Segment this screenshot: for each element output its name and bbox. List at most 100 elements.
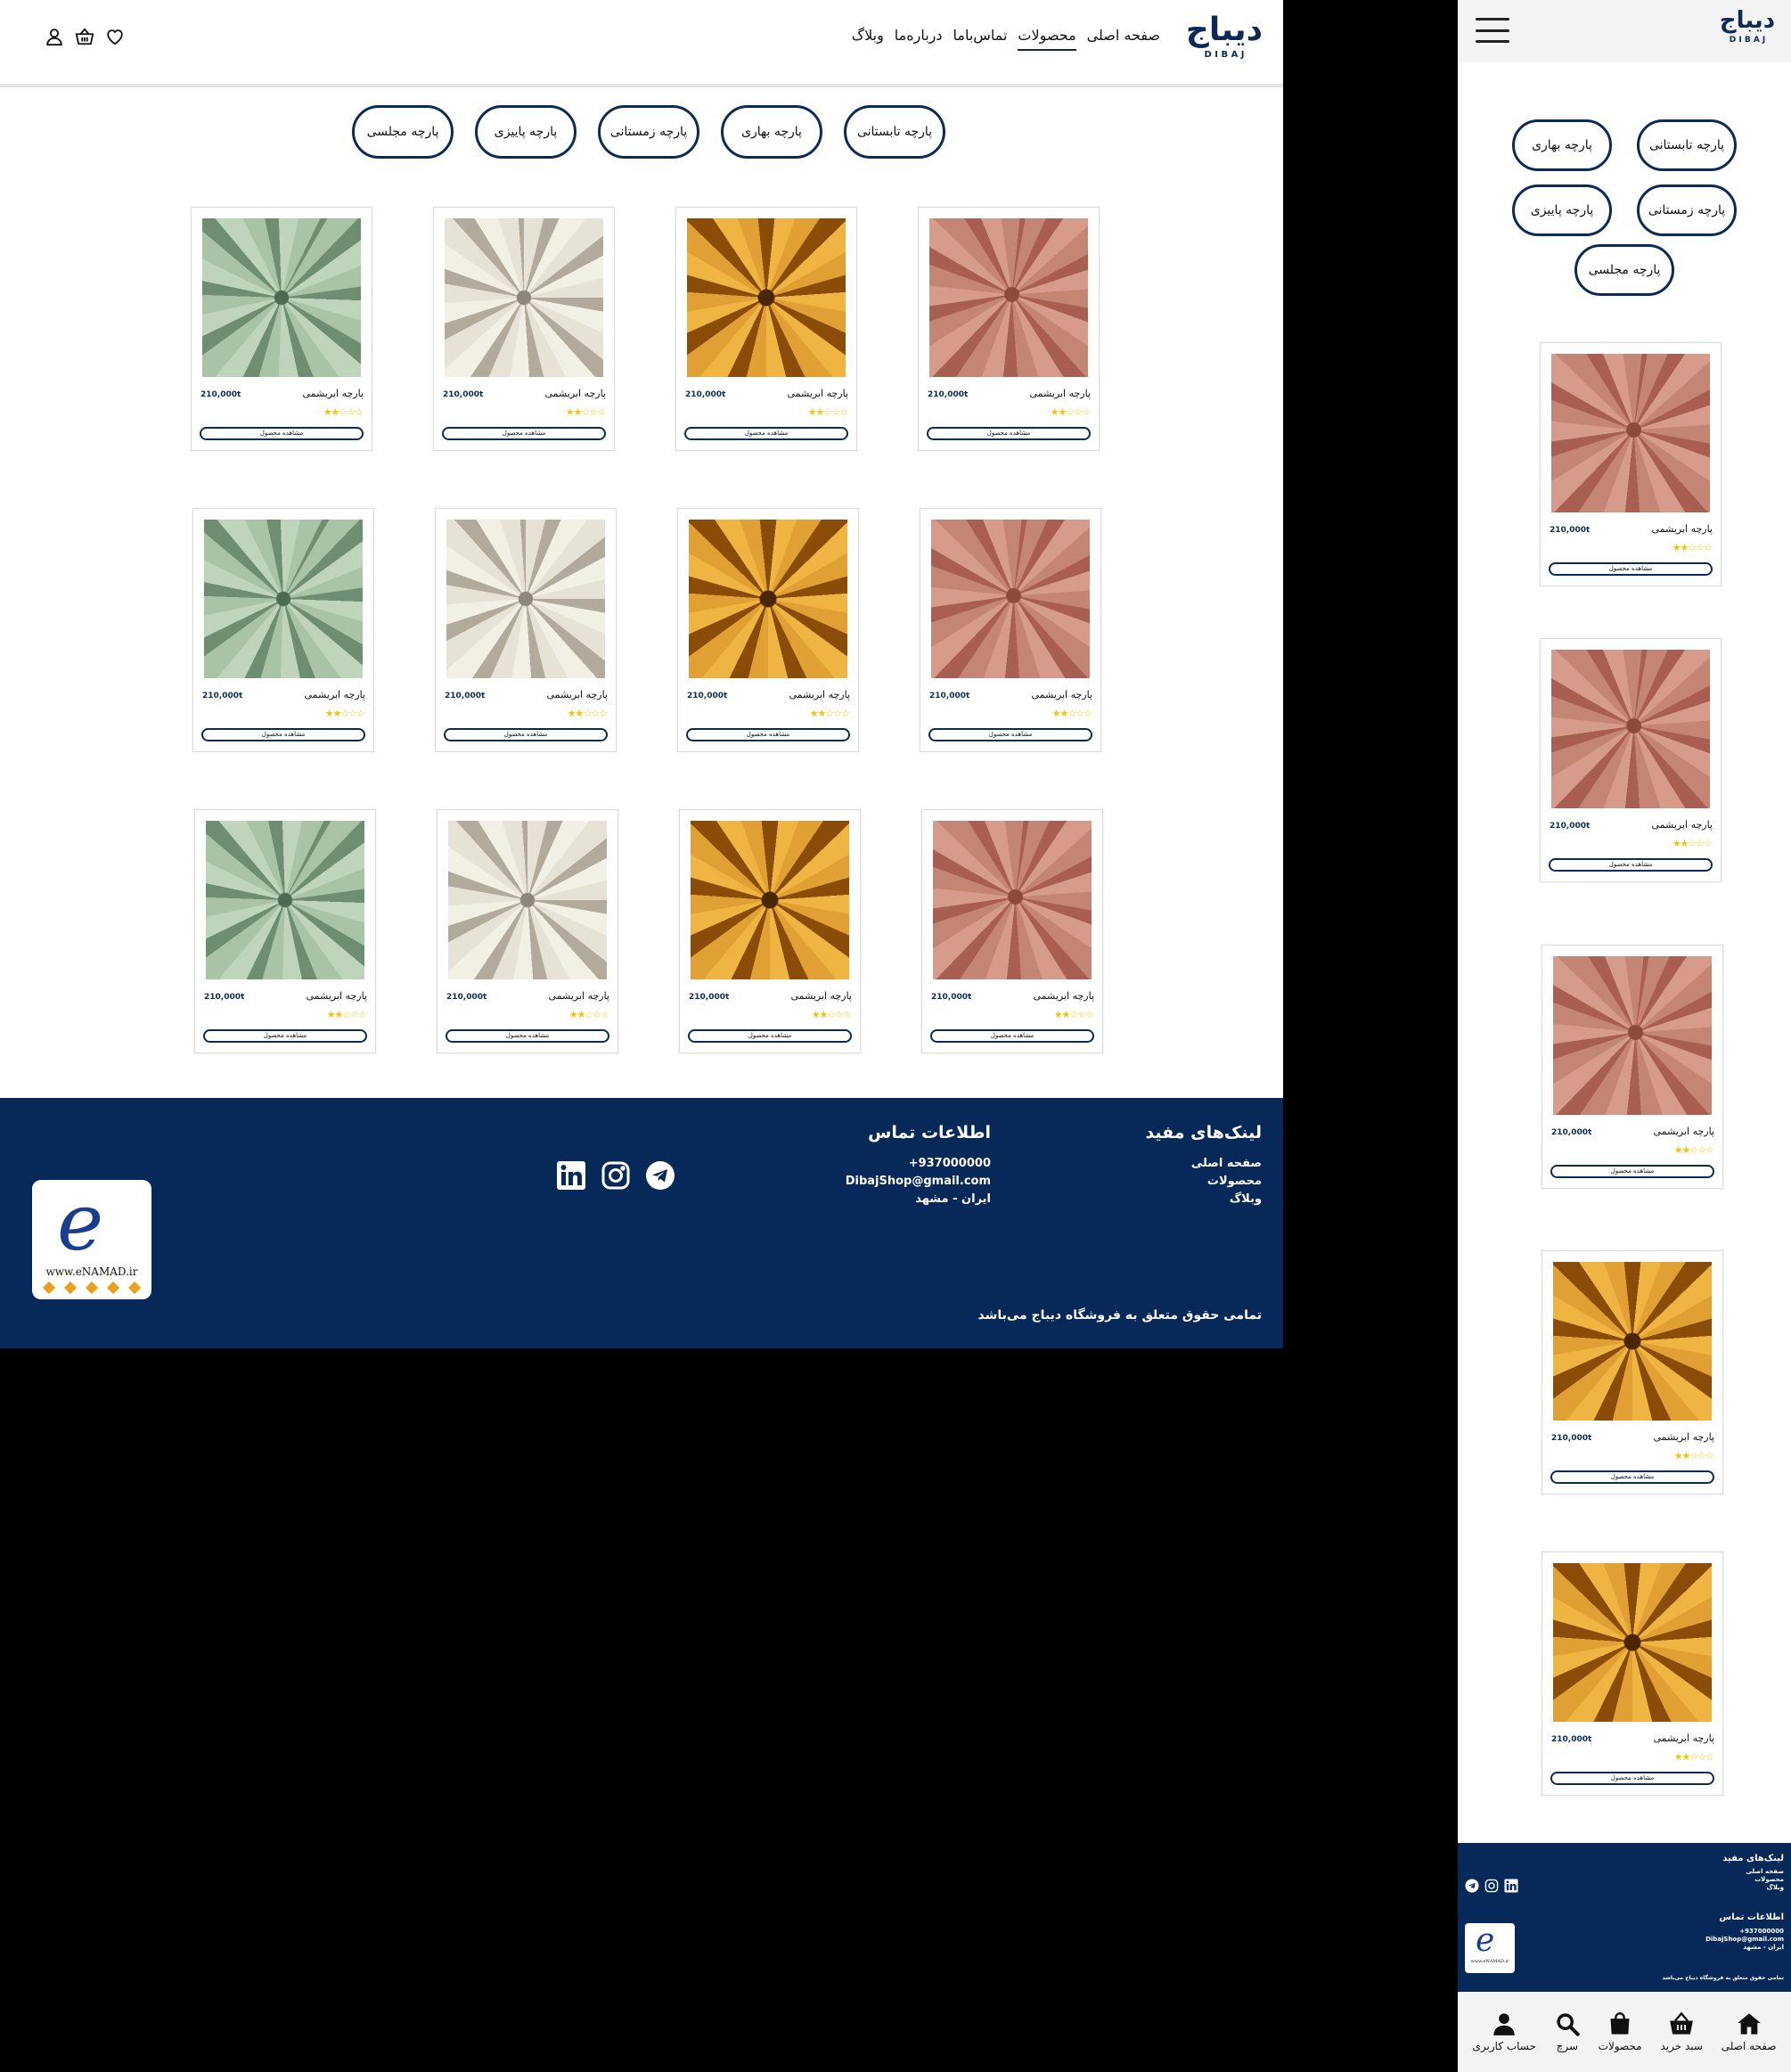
rating-stars-icon: ★★☆☆☆ xyxy=(1673,1751,1714,1763)
view-product-button[interactable]: مشاهده محصول xyxy=(1550,1165,1714,1178)
filter-summer[interactable]: پارچه تابستانی xyxy=(844,105,945,159)
footer-email[interactable]: DibajShop@gmail.com xyxy=(846,1173,991,1191)
telegram-icon[interactable] xyxy=(645,1160,675,1191)
view-product-button[interactable]: مشاهده محصول xyxy=(1549,562,1713,576)
product-card[interactable]: پارچه ابریشمی 210,000t ★★☆☆☆ مشاهده محصول xyxy=(918,207,1100,451)
view-product-button[interactable]: مشاهده محصول xyxy=(203,1029,367,1043)
tab-products-label: محصولات xyxy=(1598,2040,1642,2052)
product-image[interactable] xyxy=(931,520,1090,678)
product-card[interactable]: پارچه ابریشمی 210,000t ★★☆☆☆ مشاهده محصول xyxy=(677,508,859,752)
product-image[interactable] xyxy=(691,821,849,979)
footer-link-products[interactable]: محصولات xyxy=(1145,1173,1262,1191)
product-card[interactable]: پارچه ابریشمی 210,000t ★★☆☆☆ مشاهده محصول xyxy=(921,809,1103,1053)
product-image[interactable] xyxy=(1553,1262,1712,1421)
mobile-logo-text-fa: دیباج xyxy=(1719,7,1776,34)
nav-contact[interactable]: تماس‌باما xyxy=(953,27,1008,51)
tab-account[interactable]: حساب کاربری xyxy=(1472,2011,1536,2052)
product-image[interactable] xyxy=(1553,1563,1712,1722)
product-price: 210,000t xyxy=(200,390,241,399)
product-image[interactable] xyxy=(202,218,361,377)
m-enamad-badge[interactable]: e www.eNAMAD.ir xyxy=(1465,1923,1515,1973)
product-card[interactable]: پارچه ابریشمی 210,000t ★★☆☆☆ مشاهده محصول xyxy=(1542,1250,1723,1495)
view-product-button[interactable]: مشاهده محصول xyxy=(684,427,848,440)
product-image[interactable] xyxy=(1551,650,1710,808)
view-product-button[interactable]: مشاهده محصول xyxy=(688,1029,852,1043)
product-card[interactable]: پارچه ابریشمی 210,000t ★★☆☆☆ مشاهده محصول xyxy=(437,809,618,1053)
product-image[interactable] xyxy=(687,218,846,377)
view-product-button[interactable]: مشاهده محصول xyxy=(201,728,365,741)
m-filter-formal[interactable]: پارچه مجلسی xyxy=(1574,244,1674,296)
product-card[interactable]: پارچه ابریشمی 210,000t ★★☆☆☆ مشاهده محصول xyxy=(920,508,1101,752)
product-card[interactable]: پارچه ابریشمی 210,000t ★★☆☆☆ مشاهده محصول xyxy=(433,207,615,451)
site-logo[interactable]: دیباج D I B A J xyxy=(1183,14,1265,61)
filter-autumn[interactable]: پارچه پاییزی xyxy=(475,105,577,159)
view-product-button[interactable]: مشاهده محصول xyxy=(1550,1470,1714,1484)
view-product-button[interactable]: مشاهده محصول xyxy=(927,427,1091,440)
nav-about[interactable]: درباره‌ما xyxy=(895,27,943,51)
tab-products[interactable]: محصولات xyxy=(1599,2011,1642,2052)
product-image[interactable] xyxy=(1553,956,1712,1115)
product-image[interactable] xyxy=(1551,354,1710,512)
filter-spring[interactable]: پارچه بهاری xyxy=(721,105,822,159)
m-instagram-icon[interactable] xyxy=(1484,1879,1499,1893)
view-product-button[interactable]: مشاهده محصول xyxy=(444,728,608,741)
view-product-button[interactable]: مشاهده محصول xyxy=(928,728,1092,741)
nav-blog[interactable]: وبلاگ xyxy=(852,27,884,51)
view-product-button[interactable]: مشاهده محصول xyxy=(446,1029,609,1043)
enamad-badge[interactable]: e www.eNAMAD.ir xyxy=(32,1180,151,1299)
product-card[interactable]: پارچه ابریشمی 210,000t ★★☆☆☆ مشاهده محصول xyxy=(679,809,861,1053)
product-card[interactable]: پارچه ابریشمی 210,000t ★★☆☆☆ مشاهده محصول xyxy=(1540,342,1721,586)
product-card[interactable]: پارچه ابریشمی 210,000t ★★☆☆☆ مشاهده محصول xyxy=(1542,1552,1723,1796)
product-card[interactable]: پارچه ابریشمی 210,000t ★★☆☆☆ مشاهده محصول xyxy=(1540,638,1721,882)
mobile-logo[interactable]: دیباج D I B A J xyxy=(1714,9,1780,45)
product-image[interactable] xyxy=(448,821,607,979)
instagram-icon[interactable] xyxy=(601,1160,631,1191)
view-product-button[interactable]: مشاهده محصول xyxy=(686,728,850,741)
m-footer-phone[interactable]: +937000000 xyxy=(1739,1928,1784,1935)
product-image[interactable] xyxy=(689,520,847,678)
user-icon[interactable] xyxy=(45,27,64,46)
product-card[interactable]: پارچه ابریشمی 210,000t ★★☆☆☆ مشاهده محصول xyxy=(435,508,617,752)
footer-link-blog[interactable]: وبلاگ xyxy=(1145,1191,1262,1208)
m-filter-autumn[interactable]: پارچه پاییزی xyxy=(1512,184,1612,236)
m-filter-summer[interactable]: پارچه تابستانی xyxy=(1637,119,1737,171)
nav-products[interactable]: محصولات xyxy=(1018,27,1076,51)
tab-home[interactable]: صفحه اصلی xyxy=(1721,2011,1777,2052)
product-image[interactable] xyxy=(446,520,605,678)
heart-icon[interactable] xyxy=(105,27,125,46)
product-image[interactable] xyxy=(929,218,1088,377)
m-footer-email[interactable]: DibajShop@gmail.com xyxy=(1705,1936,1784,1943)
tab-search[interactable]: سرچ xyxy=(1555,2011,1580,2052)
filter-winter[interactable]: پارچه زمستانی xyxy=(598,105,699,159)
filter-formal[interactable]: پارچه مجلسی xyxy=(352,105,454,159)
view-product-button[interactable]: مشاهده محصول xyxy=(1549,858,1713,872)
linkedin-icon[interactable] xyxy=(556,1160,586,1191)
m-filter-winter[interactable]: پارچه زمستانی xyxy=(1637,184,1737,236)
product-image[interactable] xyxy=(933,821,1092,979)
view-product-button[interactable]: مشاهده محصول xyxy=(1550,1772,1714,1785)
m-linkedin-icon[interactable] xyxy=(1504,1879,1518,1893)
cart-icon[interactable] xyxy=(75,27,94,46)
product-card[interactable]: پارچه ابریشمی 210,000t ★★☆☆☆ مشاهده محصول xyxy=(191,207,372,451)
product-card[interactable]: پارچه ابریشمی 210,000t ★★☆☆☆ مشاهده محصول xyxy=(192,508,374,752)
m-footer-link-products[interactable]: محصولات xyxy=(1754,1876,1784,1883)
view-product-button[interactable]: مشاهده محصول xyxy=(442,427,606,440)
footer-phone[interactable]: +937000000 xyxy=(846,1155,991,1173)
view-product-button[interactable]: مشاهده محصول xyxy=(930,1029,1094,1043)
product-image[interactable] xyxy=(206,821,364,979)
tab-cart[interactable]: سبد خرید xyxy=(1660,2011,1703,2052)
view-product-button[interactable]: مشاهده محصول xyxy=(200,427,364,440)
m-filter-spring[interactable]: پارچه بهاری xyxy=(1512,119,1612,171)
product-image[interactable] xyxy=(445,218,603,377)
hamburger-menu-icon[interactable] xyxy=(1476,18,1509,43)
mobile-header: دیباج D I B A J xyxy=(1458,0,1791,62)
m-telegram-icon[interactable] xyxy=(1465,1879,1479,1893)
m-footer-link-home[interactable]: صفحه اصلی xyxy=(1746,1868,1784,1875)
product-card[interactable]: پارچه ابریشمی 210,000t ★★☆☆☆ مشاهده محصول xyxy=(194,809,376,1053)
product-card[interactable]: پارچه ابریشمی 210,000t ★★☆☆☆ مشاهده محصول xyxy=(1542,945,1723,1189)
product-card[interactable]: پارچه ابریشمی 210,000t ★★☆☆☆ مشاهده محصول xyxy=(675,207,857,451)
m-footer-link-blog[interactable]: وبلاگ xyxy=(1767,1884,1784,1891)
nav-home[interactable]: صفحه اصلی xyxy=(1087,27,1160,51)
product-image[interactable] xyxy=(204,520,363,678)
footer-link-home[interactable]: صفحه اصلی xyxy=(1145,1155,1262,1173)
